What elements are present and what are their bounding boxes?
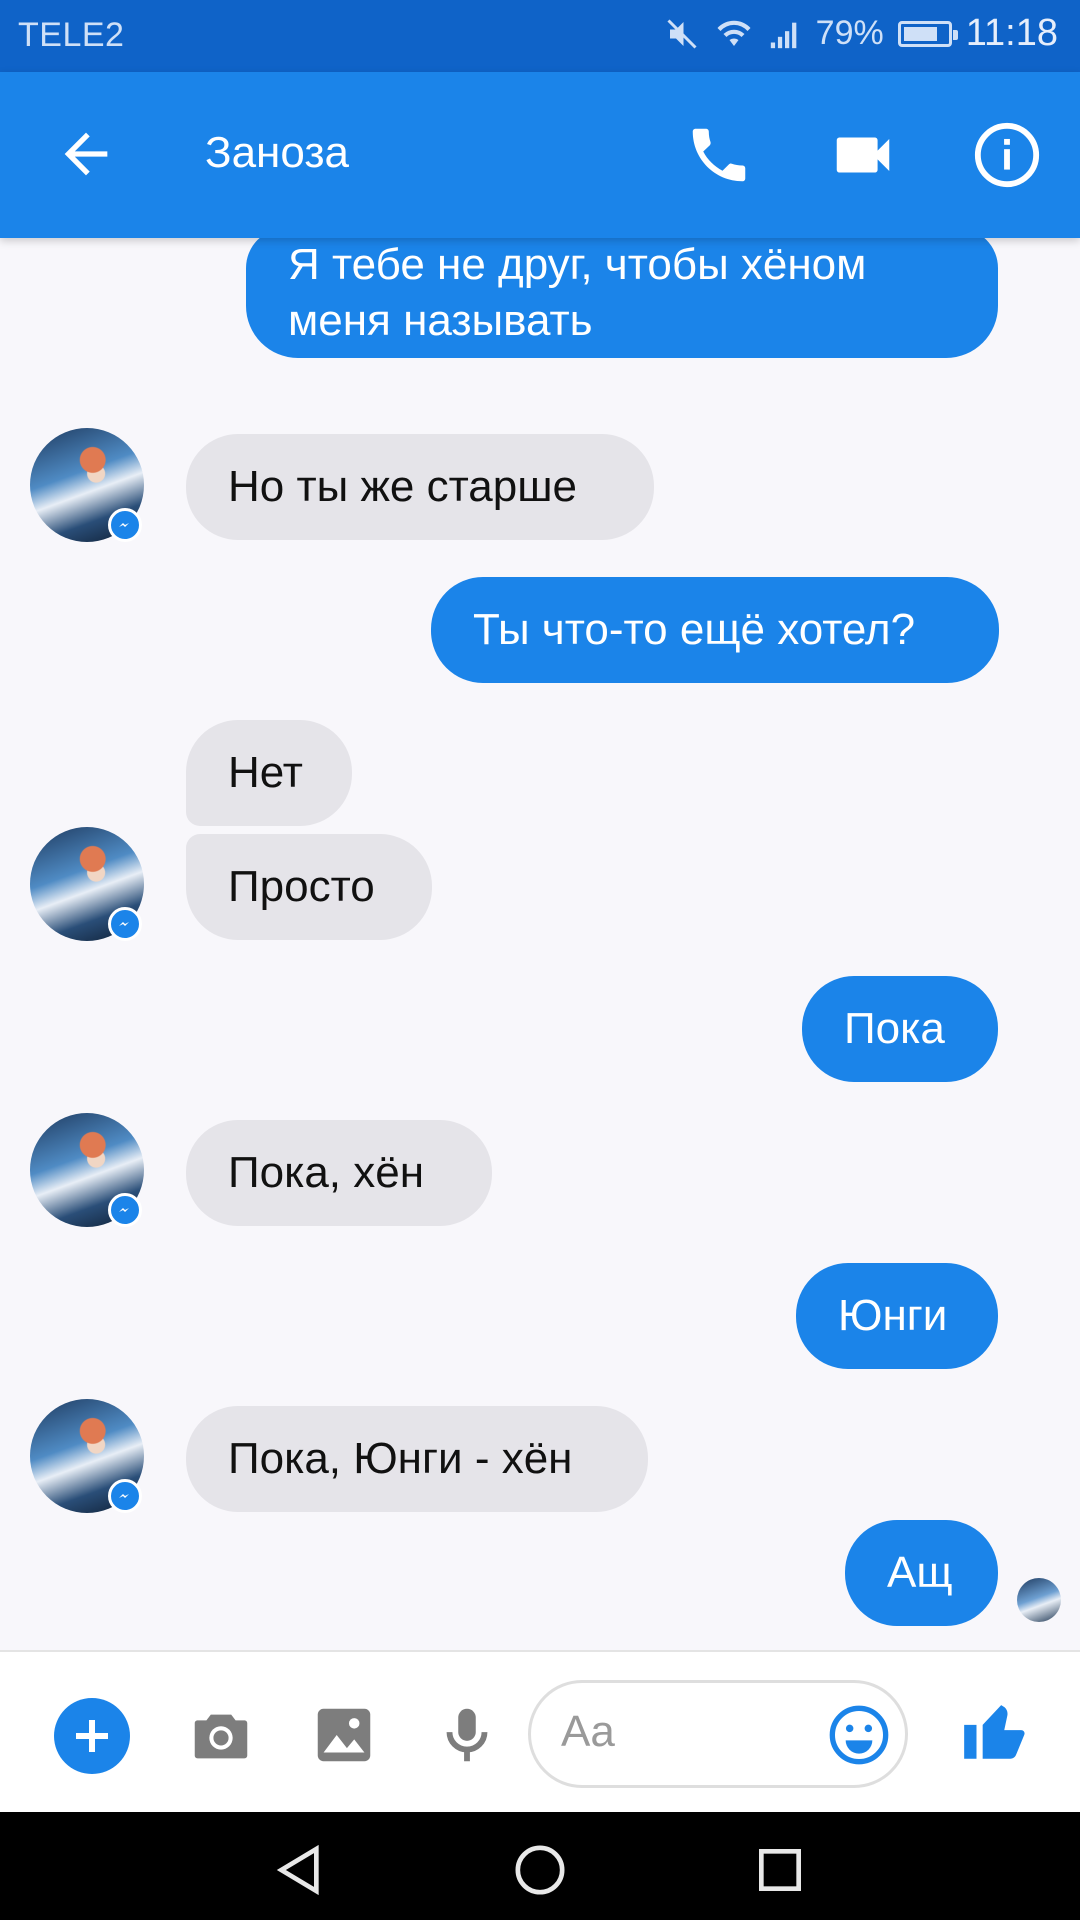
- outgoing-message[interactable]: Ты что-то ещё хотел?: [431, 577, 999, 683]
- message-text: Просто: [228, 862, 375, 911]
- message-text: Ты что-то ещё хотел?: [473, 605, 916, 654]
- clock: 11:18: [965, 12, 1058, 54]
- mute-icon: [667, 18, 697, 49]
- contact-avatar[interactable]: [30, 1113, 144, 1227]
- plus-icon: [76, 1720, 108, 1752]
- status-bar: TELE2 79% 11:18: [0, 0, 1080, 72]
- message-list[interactable]: Я тебе не друг, чтобы хёном меня называт…: [0, 228, 1080, 1650]
- message-composer: Aa: [0, 1650, 1080, 1814]
- incoming-message[interactable]: Просто: [186, 834, 432, 940]
- wifi-icon: [717, 20, 751, 46]
- message-text: Ащ: [887, 1548, 953, 1597]
- message-input-placeholder: Aa: [561, 1707, 615, 1756]
- back-arrow-icon[interactable]: [54, 122, 118, 186]
- outgoing-message[interactable]: Пока: [802, 976, 998, 1082]
- contact-avatar[interactable]: [30, 1399, 144, 1513]
- message-text: Пока: [844, 1004, 945, 1053]
- outgoing-message[interactable]: Я тебе не друг, чтобы хёном меня называт…: [246, 228, 998, 358]
- incoming-message[interactable]: Пока, Юнги - хён: [186, 1406, 648, 1512]
- message-text: Но ты же старше: [228, 462, 577, 511]
- video-call-icon[interactable]: [828, 120, 898, 190]
- thumbs-up-icon[interactable]: [958, 1694, 1032, 1768]
- contact-avatar[interactable]: [30, 827, 144, 941]
- camera-icon[interactable]: [186, 1700, 256, 1770]
- message-text-line: меня называть: [288, 296, 593, 345]
- message-text: Юнги: [838, 1291, 948, 1340]
- message-text: Пока, хён: [228, 1148, 425, 1197]
- messenger-badge-icon: [108, 1479, 142, 1513]
- system-navigation-bar: [0, 1812, 1080, 1920]
- carrier-label: TELE2: [18, 16, 125, 54]
- info-icon[interactable]: [972, 120, 1042, 190]
- incoming-message[interactable]: Нет: [186, 720, 352, 826]
- outgoing-message[interactable]: Юнги: [796, 1263, 998, 1369]
- battery-fill: [903, 26, 937, 41]
- signal-icon: [770, 22, 796, 48]
- messenger-badge-icon: [108, 1193, 142, 1227]
- battery-percent: 79%: [815, 14, 884, 52]
- emoji-icon[interactable]: [827, 1703, 891, 1767]
- nav-recents-icon[interactable]: [752, 1842, 808, 1898]
- phone-call-icon[interactable]: [684, 120, 754, 190]
- contact-name[interactable]: Заноза: [205, 128, 349, 178]
- nav-home-icon[interactable]: [512, 1842, 568, 1898]
- message-text: Пока, Юнги - хён: [228, 1434, 573, 1483]
- plus-button[interactable]: [54, 1698, 130, 1774]
- message-input[interactable]: Aa: [528, 1680, 908, 1788]
- incoming-message[interactable]: Но ты же старше: [186, 434, 654, 540]
- messenger-badge-icon: [108, 508, 142, 542]
- status-right: 79% 11:18: [664, 12, 1058, 55]
- message-text: Нет: [228, 748, 303, 797]
- messenger-badge-icon: [108, 907, 142, 941]
- battery-icon: [897, 20, 958, 47]
- incoming-message[interactable]: Пока, хён: [186, 1120, 492, 1226]
- microphone-icon[interactable]: [432, 1698, 502, 1772]
- gallery-icon[interactable]: [309, 1700, 379, 1770]
- outgoing-message[interactable]: Ащ: [845, 1520, 998, 1626]
- conversation-header: Заноза: [0, 72, 1080, 238]
- message-text-line: Я тебе не друг, чтобы хёном: [288, 240, 867, 289]
- seen-indicator-avatar: [1017, 1578, 1061, 1622]
- contact-avatar[interactable]: [30, 428, 144, 542]
- nav-back-icon[interactable]: [272, 1842, 328, 1898]
